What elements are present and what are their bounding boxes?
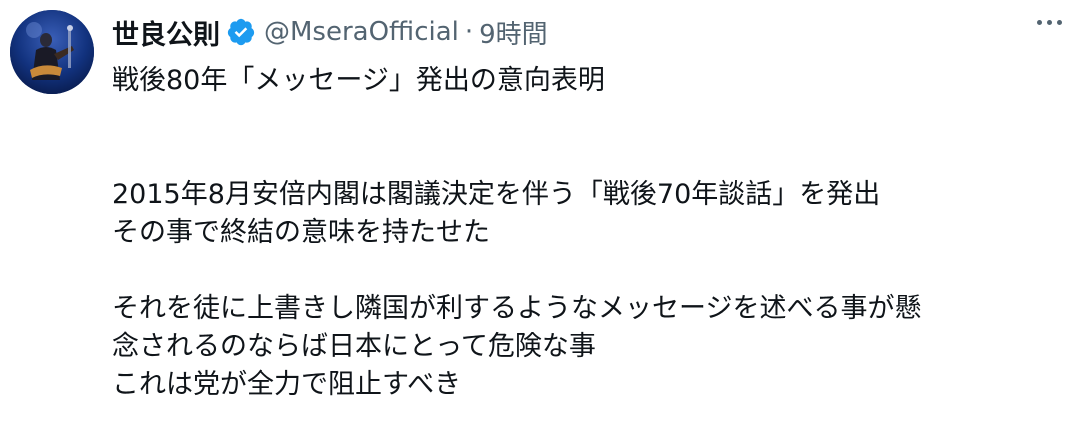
tweet-line: それを徒に上書きし隣国が利するようなメッセージを述べる事が懸 xyxy=(112,293,922,324)
tweet-line: これは党が全力で阻止すべき xyxy=(112,369,462,400)
tweet-text: 戦後80年「メッセージ」発出の意向表明 2015年8月安倍内閣は閣議決定を伴う「… xyxy=(112,62,1080,404)
header-separator: · xyxy=(464,17,474,47)
avatar[interactable] xyxy=(10,10,94,94)
tweet-line: 2015年8月安倍内閣は閣議決定を伴う「戦後70年談話」を発出 xyxy=(112,179,881,210)
display-name[interactable]: 世良公則 xyxy=(112,13,220,52)
tweet-header: 世良公則 @MseraOfficial · 9時間 xyxy=(112,12,548,52)
avatar-image xyxy=(10,10,94,94)
tweet-line: 念されるのならば日本にとって危険な事 xyxy=(112,331,596,362)
tweet-card[interactable]: 世良公則 @MseraOfficial · 9時間 戦後80年「メッセージ」発出… xyxy=(0,0,1090,421)
tweet-line: 戦後80年「メッセージ」発出の意向表明 xyxy=(112,65,605,96)
verified-badge-icon xyxy=(226,17,256,47)
tweet-line: その事で終結の意味を持たせた xyxy=(112,217,490,248)
user-handle[interactable]: @MseraOfficial xyxy=(264,17,459,47)
more-options-icon[interactable] xyxy=(1037,20,1062,25)
timestamp[interactable]: 9時間 xyxy=(479,14,548,51)
